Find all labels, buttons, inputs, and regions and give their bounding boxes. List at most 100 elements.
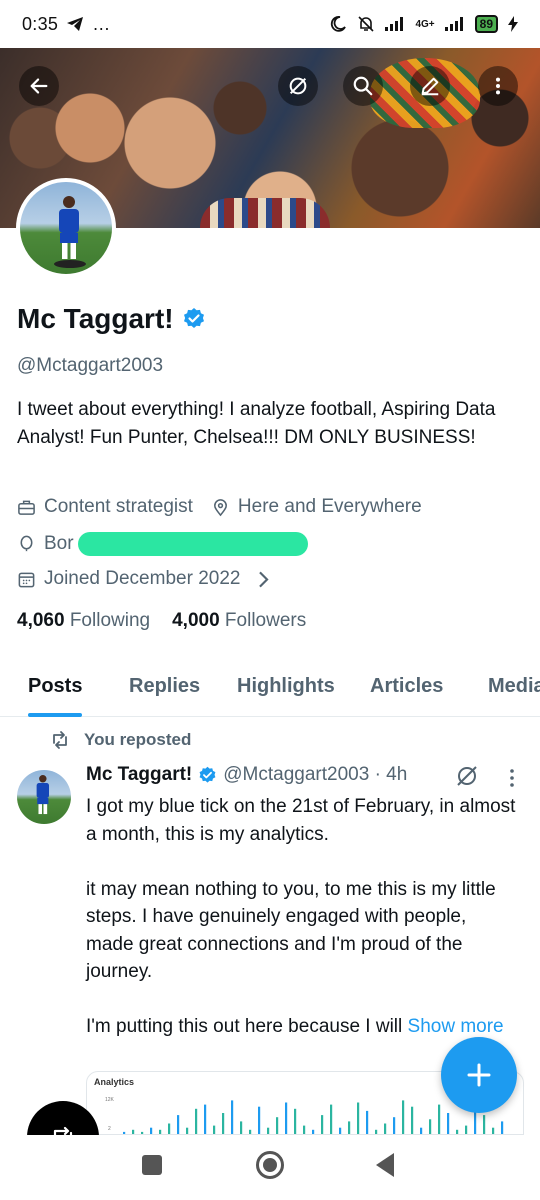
profile-joined-date: Joined December 2022	[44, 568, 241, 589]
status-bar: 0:35 … 4G+ 89	[0, 0, 540, 48]
repost-label: You reposted	[84, 730, 192, 749]
banner-shirt-decoration	[200, 198, 330, 228]
profile-location: Here and Everywhere	[237, 496, 422, 517]
tab-media[interactable]: Media	[488, 655, 540, 717]
analytics-bar	[249, 1129, 252, 1134]
pencil-icon	[421, 77, 439, 96]
analytics-bar	[177, 1115, 180, 1134]
birthday-redaction	[77, 532, 308, 556]
analytics-bar	[456, 1129, 459, 1134]
following-link[interactable]: 4,060 Following	[17, 610, 150, 632]
analytics-bar	[402, 1100, 405, 1134]
analytics-bar	[231, 1100, 234, 1134]
repost-icon	[53, 731, 67, 749]
analytics-bar	[321, 1115, 324, 1134]
signal-icon	[385, 17, 404, 31]
network-type: 4G+	[415, 18, 435, 30]
analytics-bar	[195, 1108, 198, 1134]
profile-meta-row-2: Bor	[17, 532, 308, 556]
analytics-bar	[276, 1117, 279, 1134]
home-button[interactable]	[256, 1151, 284, 1179]
analytics-bar	[483, 1115, 486, 1134]
analytics-bar	[150, 1127, 153, 1134]
analytics-bar	[501, 1121, 504, 1134]
post-header: Mc Taggart! @Mctaggart2003 · 4h	[86, 764, 407, 786]
plus-icon	[467, 1063, 491, 1087]
edit-button[interactable]	[410, 66, 450, 106]
analytics-bar	[411, 1106, 414, 1134]
tab-highlights[interactable]: Highlights	[237, 655, 335, 717]
analytics-bar	[186, 1127, 189, 1134]
analytics-bar	[447, 1113, 450, 1134]
following-count: 4,060	[17, 610, 65, 631]
profile-bio: I tweet about everything! I analyze foot…	[17, 399, 496, 448]
telegram-icon	[67, 17, 84, 31]
analytics-bar	[303, 1125, 306, 1134]
battery-indicator: 89	[474, 15, 498, 33]
followers-label: Followers	[224, 610, 307, 631]
profile-handle: @Mctaggart2003	[17, 355, 164, 376]
grok-button[interactable]	[278, 66, 318, 106]
following-label: Following	[69, 610, 151, 631]
tab-articles[interactable]: Articles	[370, 655, 443, 717]
chevron-right-icon	[259, 571, 270, 587]
analytics-bar	[357, 1102, 360, 1134]
analytics-bar	[348, 1121, 351, 1134]
back-button[interactable]	[19, 66, 59, 106]
back-nav-button[interactable]	[376, 1153, 394, 1177]
follow-stats: 4,060 Following 4,000 Followers	[17, 610, 306, 632]
analytics-bar	[204, 1104, 207, 1134]
search-button[interactable]	[343, 66, 383, 106]
analytics-bar	[132, 1129, 135, 1134]
analytics-bar	[240, 1121, 243, 1134]
grok-icon[interactable]	[455, 764, 479, 788]
charging-bolt-icon	[508, 16, 518, 32]
analytics-bar	[420, 1127, 423, 1134]
profile-name: Mc Taggart!	[17, 303, 174, 334]
verified-badge-icon[interactable]	[182, 307, 206, 331]
analytics-bar	[339, 1127, 342, 1134]
analytics-bar	[159, 1129, 162, 1134]
status-overflow-dots: …	[92, 13, 111, 34]
analytics-bar	[438, 1104, 441, 1134]
signal-icon-2	[444, 17, 463, 31]
profile-meta-row-3[interactable]: Joined December 2022	[17, 568, 273, 590]
calendar-icon	[18, 572, 35, 587]
post-author-name[interactable]: Mc Taggart!	[86, 764, 192, 786]
search-icon	[353, 76, 373, 96]
followers-link[interactable]: 4,000 Followers	[172, 610, 306, 632]
mute-bell-icon	[358, 16, 375, 32]
arrow-left-icon	[30, 78, 48, 94]
analytics-bar	[222, 1113, 225, 1134]
analytics-bar	[213, 1125, 216, 1134]
analytics-bar	[492, 1127, 495, 1134]
repost-indicator: You reposted	[50, 730, 191, 750]
compose-post-button[interactable]	[441, 1037, 517, 1113]
analytics-bar	[330, 1104, 333, 1134]
followers-count: 4,000	[172, 610, 220, 631]
status-time: 0:35	[22, 13, 59, 34]
location-pin-icon	[213, 498, 227, 516]
more-vertical-icon	[495, 77, 501, 95]
show-more-link[interactable]: Show more	[408, 1016, 504, 1037]
recent-apps-button[interactable]	[142, 1155, 162, 1175]
dnd-moon-icon	[331, 16, 347, 32]
tab-posts[interactable]: Posts	[28, 655, 83, 717]
post-text: I got my blue tick on the 21st of Februa…	[86, 793, 516, 1041]
android-nav-bar	[0, 1135, 540, 1200]
more-options-button[interactable]	[478, 66, 518, 106]
analytics-bar	[123, 1131, 126, 1134]
verified-badge-icon	[199, 766, 216, 783]
analytics-bar	[384, 1123, 387, 1134]
analytics-bar	[429, 1119, 432, 1134]
post-more-icon[interactable]	[505, 766, 519, 790]
analytics-bar	[141, 1131, 144, 1134]
analytics-bar	[375, 1129, 378, 1134]
briefcase-icon	[18, 500, 35, 515]
analytics-bar	[393, 1117, 396, 1134]
post-avatar-player-figure	[36, 775, 50, 815]
profile-avatar[interactable]	[16, 178, 116, 278]
tab-replies[interactable]: Replies	[129, 655, 200, 717]
post-author-avatar[interactable]	[17, 770, 71, 824]
profile-meta-row-1: Content strategist Here and Everywhere	[17, 496, 422, 518]
